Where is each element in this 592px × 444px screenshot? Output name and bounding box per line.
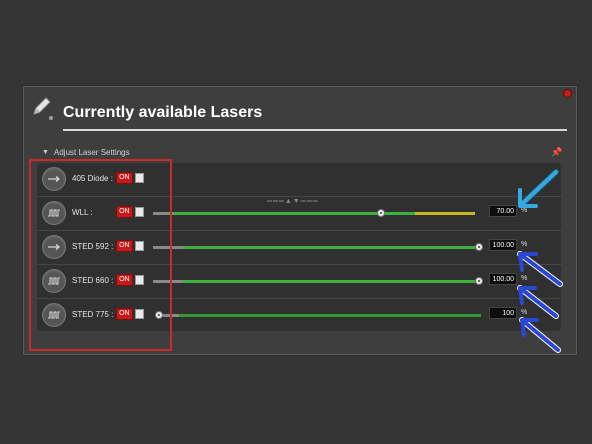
slider-track-green — [173, 212, 385, 215]
section-label[interactable]: Adjust Laser Settings — [54, 148, 130, 157]
slider-track-yellow — [415, 212, 475, 215]
resize-grip-icon[interactable]: ═══▲▼═══ — [267, 198, 319, 205]
slider-track-green — [179, 314, 481, 317]
power-slider[interactable] — [153, 243, 483, 251]
cyan-arrow-icon — [518, 169, 559, 208]
title-divider — [63, 129, 567, 131]
blue-arrow-icon — [519, 317, 561, 353]
slider-track-green — [385, 212, 415, 215]
slider-knob[interactable] — [475, 243, 483, 251]
annotation-red-box — [29, 159, 172, 351]
pin-icon[interactable]: 📌 — [551, 147, 562, 158]
slider-knob[interactable] — [377, 209, 385, 217]
slider-track-green — [183, 280, 475, 283]
power-slider[interactable] — [153, 209, 483, 217]
slider-track-green — [183, 246, 475, 249]
collapse-triangle-icon[interactable]: ▼ — [42, 149, 49, 156]
panel-title: Currently available Lasers — [63, 104, 263, 121]
pencil-icon — [33, 97, 51, 115]
pencil-dot-icon — [49, 116, 53, 120]
close-icon[interactable] — [563, 89, 572, 98]
power-slider[interactable] — [153, 277, 483, 285]
power-slider[interactable] — [153, 311, 483, 319]
slider-knob[interactable] — [475, 277, 483, 285]
